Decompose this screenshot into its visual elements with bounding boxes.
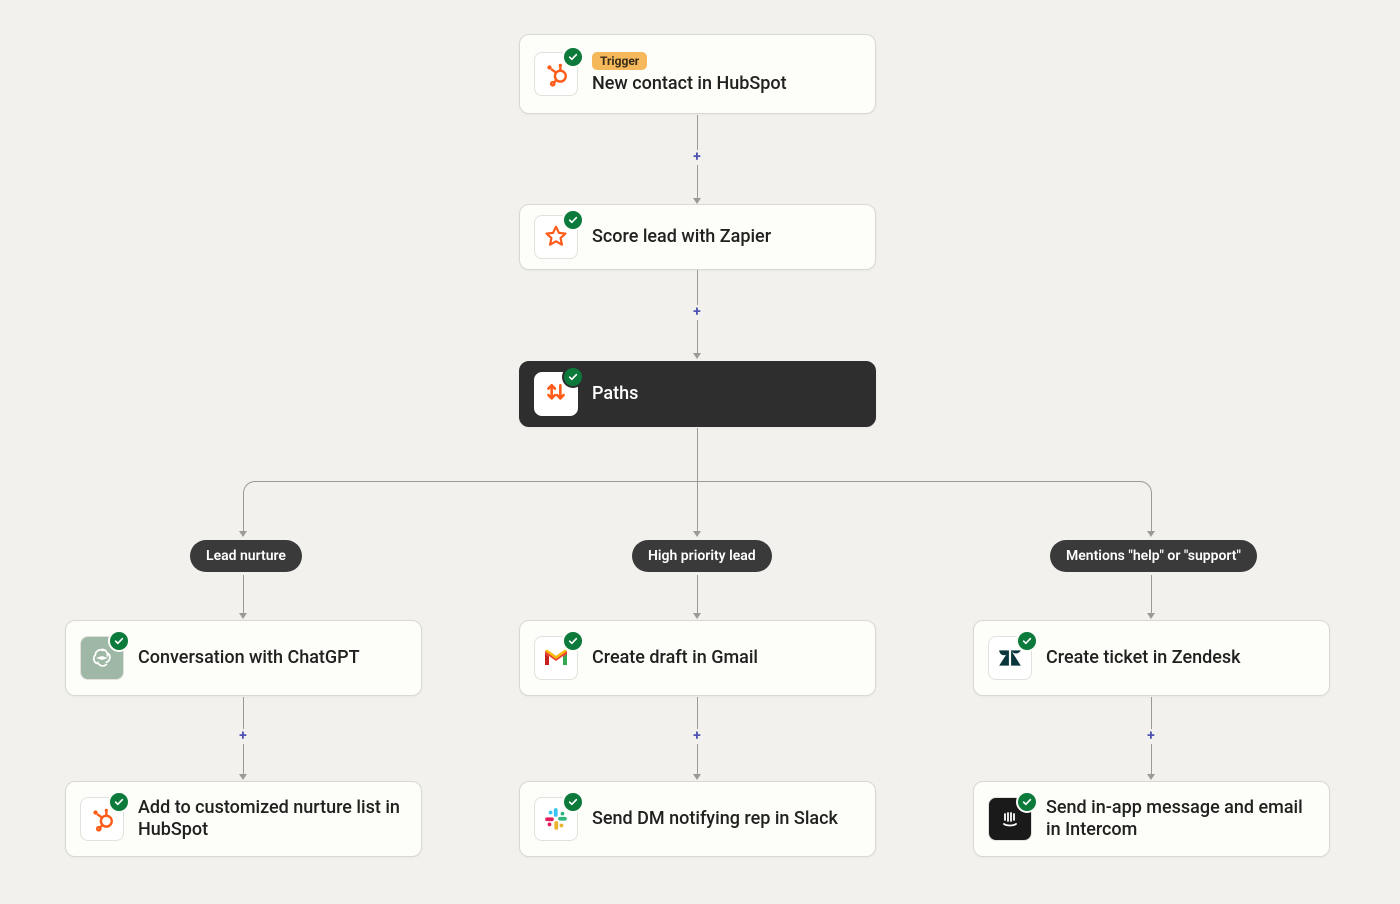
add-step-plus[interactable]: + [690, 150, 704, 164]
status-check-icon [562, 209, 584, 231]
status-check-icon [108, 791, 130, 813]
trigger-tag: Trigger [592, 52, 647, 70]
step-title: Paths [592, 383, 638, 406]
trigger-step[interactable]: Trigger New contact in HubSpot [519, 34, 876, 114]
action-step-gmail[interactable]: Create draft in Gmail [519, 620, 876, 696]
step-title: Conversation with ChatGPT [138, 647, 360, 670]
action-step-hubspot-list[interactable]: Add to customized nurture list in HubSpo… [65, 781, 422, 857]
add-step-plus[interactable]: + [690, 729, 704, 743]
path-label-priority[interactable]: High priority lead [632, 540, 772, 572]
action-step-score[interactable]: Score lead with Zapier [519, 204, 876, 270]
add-step-plus[interactable]: + [1144, 729, 1158, 743]
step-title: New contact in HubSpot [592, 73, 787, 96]
path-label-nurture[interactable]: Lead nurture [190, 540, 302, 572]
step-title: Send DM notifying rep in Slack [592, 808, 838, 831]
action-step-intercom[interactable]: Send in-app message and email in Interco… [973, 781, 1330, 857]
add-step-plus[interactable]: + [690, 305, 704, 319]
action-step-chatgpt[interactable]: Conversation with ChatGPT [65, 620, 422, 696]
paths-step[interactable]: Paths [519, 361, 876, 427]
step-title: Create draft in Gmail [592, 647, 758, 670]
step-title: Score lead with Zapier [592, 226, 771, 249]
action-step-zendesk[interactable]: Create ticket in Zendesk [973, 620, 1330, 696]
workflow-canvas[interactable]: + + + + + Trigger New [0, 0, 1400, 904]
step-title: Add to customized nurture list in HubSpo… [138, 797, 407, 842]
status-check-icon [562, 46, 584, 68]
status-check-icon [108, 630, 130, 652]
path-label-mentions[interactable]: Mentions "help" or "support" [1050, 540, 1257, 572]
action-step-slack[interactable]: Send DM notifying rep in Slack [519, 781, 876, 857]
status-check-icon [1016, 630, 1038, 652]
status-check-icon [1016, 791, 1038, 813]
step-title: Create ticket in Zendesk [1046, 647, 1241, 670]
status-check-icon [562, 366, 584, 388]
status-check-icon [562, 791, 584, 813]
status-check-icon [562, 630, 584, 652]
add-step-plus[interactable]: + [236, 729, 250, 743]
step-title: Send in-app message and email in Interco… [1046, 797, 1315, 842]
